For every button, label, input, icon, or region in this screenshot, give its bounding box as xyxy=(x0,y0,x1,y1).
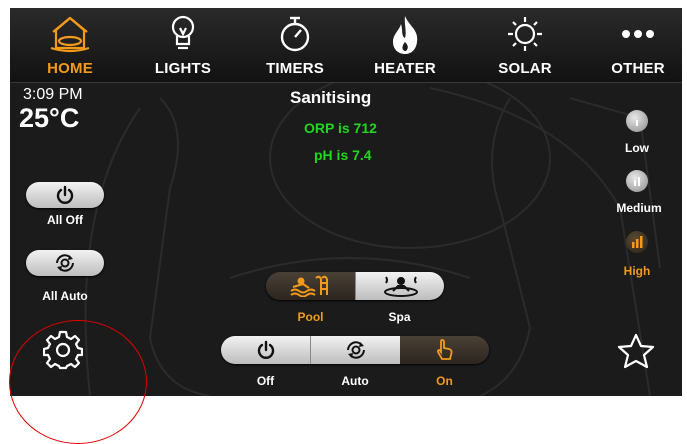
all-auto-button[interactable] xyxy=(26,250,104,276)
lightbulb-icon xyxy=(171,15,195,50)
all-off-button[interactable] xyxy=(26,182,104,208)
star-icon[interactable] xyxy=(616,332,656,370)
stopwatch-icon xyxy=(280,16,310,52)
ph-reading: pH is 7.4 xyxy=(314,147,372,163)
off-label: Off xyxy=(256,374,275,388)
nav-heater-label: HEATER xyxy=(374,60,436,77)
sun-icon xyxy=(508,17,542,51)
orp-reading: ORP is 712 xyxy=(304,120,377,136)
nav-other[interactable]: OTHER xyxy=(598,8,678,82)
flame-icon xyxy=(393,16,418,54)
speed-high-button[interactable] xyxy=(626,231,648,253)
speed-low-button[interactable] xyxy=(626,110,648,132)
speed-bar-low-icon xyxy=(636,120,638,126)
nav-heater[interactable]: HEATER xyxy=(360,8,450,82)
on-mode-button[interactable] xyxy=(400,336,489,364)
nav-other-label: OTHER xyxy=(611,60,665,77)
more-icon xyxy=(622,30,654,38)
pool-swimmer-icon xyxy=(289,275,328,297)
speed-medium-button[interactable] xyxy=(626,170,648,192)
nav-solar[interactable]: SOLAR xyxy=(485,8,565,82)
nav-lights-label: LIGHTS xyxy=(154,60,212,77)
speed-high-label: High xyxy=(623,264,651,278)
top-nav-bar: HOME LIGHTS TIMERS HEATER SOLAR OTHER xyxy=(10,8,682,83)
speed-bar-medium-icon xyxy=(634,177,640,186)
all-auto-label: All Auto xyxy=(42,289,88,303)
auto-cycle-icon xyxy=(56,254,74,272)
power-icon xyxy=(257,340,274,359)
nav-home-label: HOME xyxy=(47,60,93,77)
highlight-circle xyxy=(9,320,147,444)
auto-mode-button[interactable] xyxy=(310,336,401,364)
nav-timers-label: TIMERS xyxy=(266,60,324,77)
nav-lights[interactable]: LIGHTS xyxy=(140,8,226,82)
speed-medium-label: Medium xyxy=(616,201,662,215)
nav-solar-label: SOLAR xyxy=(498,60,552,77)
on-label: On xyxy=(436,374,453,388)
all-off-label: All Off xyxy=(47,213,83,227)
sanitising-status: Sanitising xyxy=(290,88,372,107)
power-icon xyxy=(56,185,74,204)
pool-spa-selector xyxy=(266,272,444,300)
speed-bar-high-icon xyxy=(632,236,643,248)
spa-mode-button[interactable] xyxy=(355,272,444,300)
spa-label: Spa xyxy=(388,310,411,324)
hand-pointer-icon xyxy=(436,339,453,360)
auto-label: Auto xyxy=(341,374,369,388)
home-icon xyxy=(50,16,90,53)
spa-icon xyxy=(383,276,418,297)
pool-label: Pool xyxy=(297,310,324,324)
speed-low-label: Low xyxy=(625,141,649,155)
auto-cycle-icon xyxy=(347,341,365,359)
clock-time: 3:09 PM xyxy=(23,86,83,103)
water-temperature: 25°C xyxy=(19,103,80,133)
nav-timers[interactable]: TIMERS xyxy=(255,8,335,82)
power-mode-selector xyxy=(221,336,489,364)
nav-home[interactable]: HOME xyxy=(30,8,110,82)
pool-mode-button[interactable] xyxy=(266,272,355,300)
off-mode-button[interactable] xyxy=(221,336,310,364)
